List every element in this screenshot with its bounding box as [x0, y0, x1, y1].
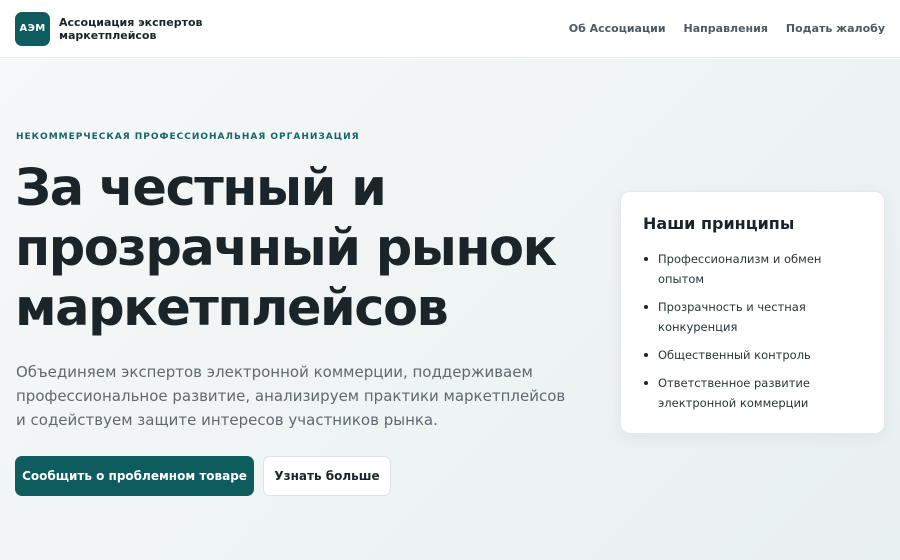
nav-link-directions[interactable]: Направления: [684, 22, 768, 35]
bullet-icon: [644, 257, 648, 261]
principles-item-label: Профессионализм и обмен опытом: [658, 252, 822, 286]
principles-card: Наши принципы Профессионализм и обмен оп…: [620, 191, 885, 434]
main-nav: Об Ассоциации Направления Подать жалобу: [551, 22, 885, 35]
nav-link-complaint[interactable]: Подать жалобу: [786, 22, 885, 35]
bullet-icon: [644, 353, 648, 357]
principles-item: Прозрачность и честная конкуренция: [643, 297, 862, 337]
hero-title: За честный и прозрачный рынок маркетплей…: [15, 159, 557, 338]
bullet-icon: [644, 381, 648, 385]
principles-item-label: Прозрачность и честная конкуренция: [658, 300, 806, 334]
principles-item: Общественный контроль: [643, 345, 862, 365]
learn-more-button[interactable]: Узнать больше: [263, 456, 391, 496]
principles-item: Профессионализм и обмен опытом: [643, 249, 862, 289]
site-header: АЭМ Ассоциация экспертов маркетплейсов О…: [0, 0, 900, 58]
principles-list: Профессионализм и обмен опытом Прозрачно…: [643, 249, 862, 413]
logo[interactable]: АЭМ: [15, 11, 50, 46]
hero-lead: Объединяем экспертов электронной коммерц…: [16, 363, 566, 429]
hero-eyebrow: Некоммерческая профессиональная организа…: [16, 132, 360, 142]
bullet-icon: [644, 305, 648, 309]
principles-item: Ответственное развитие электронной комме…: [643, 373, 862, 413]
nav-link-about[interactable]: Об Ассоциации: [569, 22, 666, 35]
report-problem-button[interactable]: Сообщить о проблемном товаре: [15, 456, 254, 496]
brand-name[interactable]: Ассоциация экспертов маркетплейсов: [59, 16, 209, 42]
principles-item-label: Общественный контроль: [658, 348, 811, 362]
brand[interactable]: АЭМ Ассоциация экспертов маркетплейсов: [15, 11, 209, 46]
principles-title: Наши принципы: [643, 214, 795, 233]
hero-section: Некоммерческая профессиональная организа…: [0, 59, 900, 560]
principles-item-label: Ответственное развитие электронной комме…: [658, 376, 810, 410]
